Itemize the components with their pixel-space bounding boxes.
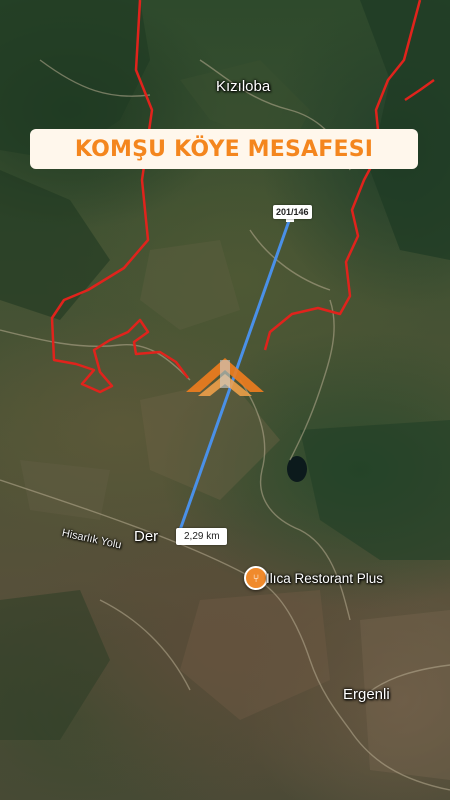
parcel-tag[interactable]: 201/146: [273, 205, 312, 219]
village-label-west[interactable]: Der: [134, 528, 158, 545]
restaurant-pin[interactable]: ⑂: [244, 566, 268, 590]
village-label-southeast[interactable]: Ergenli: [343, 686, 390, 703]
distance-tag: 2,29 km: [176, 528, 227, 545]
fork-knife-icon: ⑂: [252, 571, 260, 585]
page-title: KOMŞU KÖYE MESAFESI: [74, 136, 374, 162]
title-banner: KOMŞU KÖYE MESAFESI: [30, 129, 418, 169]
roof-logo: [186, 358, 264, 396]
restaurant-label[interactable]: Ilıca Restorant Plus: [266, 571, 383, 586]
distance-value: 2,29 km: [184, 531, 220, 542]
satellite-map[interactable]: Kızıloba Ergenli Der Hisarlık Yolu ⑂ Ilı…: [0, 0, 450, 800]
village-label-north[interactable]: Kızıloba: [216, 78, 270, 95]
